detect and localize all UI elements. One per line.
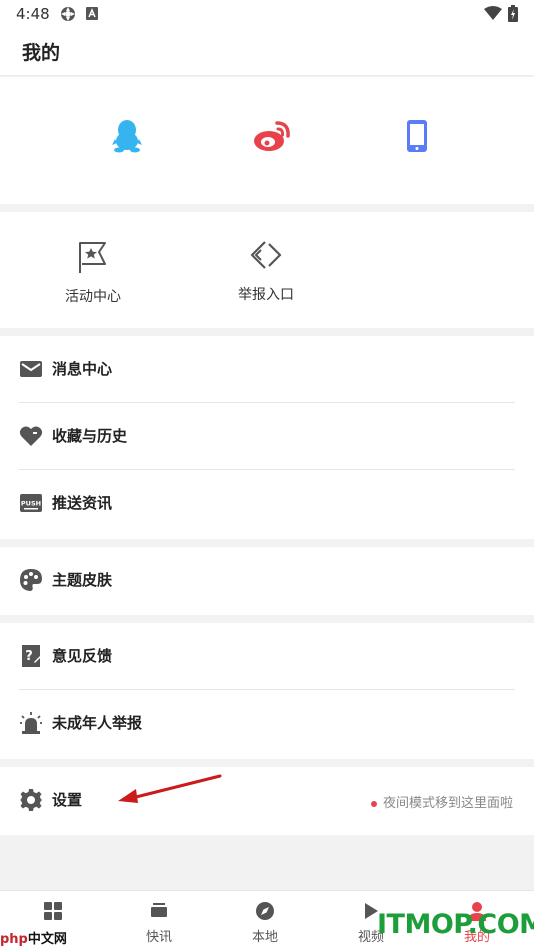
feedback-icon: ?	[22, 645, 42, 667]
watermark-php-text: php	[0, 932, 28, 947]
alarm-light-icon	[20, 712, 42, 734]
tab-flash-news-label: 快讯	[145, 930, 172, 945]
tab-flash-news[interactable]: 快讯	[106, 891, 212, 950]
heart-icon	[19, 426, 43, 446]
wifi-icon	[484, 6, 502, 20]
news-icon	[151, 903, 167, 917]
annotation-arrow	[118, 774, 222, 803]
menu-label-theme-skin: 主题皮肤	[52, 571, 113, 589]
menu-group-4: 设置 夜间模式移到这里面啦	[0, 767, 534, 835]
login-options	[0, 77, 534, 204]
sync-icon	[61, 7, 75, 21]
battery-icon	[508, 5, 518, 22]
menu-item-push-news[interactable]: PUSH 推送资讯	[0, 470, 534, 537]
page-header: 我的	[0, 28, 534, 76]
menu-item-feedback[interactable]: ? 意见反馈	[0, 623, 534, 690]
status-bar: 4:48	[0, 0, 534, 28]
activity-center-label: 活动中心	[65, 289, 121, 305]
watermark-cn-text: 中文网	[27, 932, 67, 947]
push-icon: PUSH	[20, 494, 42, 512]
palette-icon	[20, 569, 42, 591]
svg-text:?: ?	[25, 649, 33, 664]
menu-label-feedback: 意见反馈	[52, 647, 113, 665]
weibo-icon[interactable]	[253, 119, 291, 153]
menu-label-push-news: 推送资讯	[52, 494, 113, 512]
night-mode-note-text: 夜间模式移到这里面啦	[382, 796, 513, 811]
report-entry[interactable]: 举报入口	[201, 240, 331, 304]
menu-item-minor-report[interactable]: 未成年人举报	[0, 690, 534, 757]
menu-group-3: ? 意见反馈 未成年人举报	[0, 623, 534, 759]
compass-icon	[256, 902, 274, 920]
menu-item-settings[interactable]: 设置 夜间模式移到这里面啦	[0, 767, 534, 834]
watermark-php-cn: php中文网	[0, 928, 67, 947]
menu-label-minor-report: 未成年人举报	[52, 714, 143, 732]
activity-section: 活动中心 举报入口	[0, 212, 534, 328]
menu-group-1: 消息中心 收藏与历史 PUSH 推送资讯	[0, 336, 534, 539]
menu-item-message-center[interactable]: 消息中心	[0, 336, 534, 403]
gear-icon	[20, 789, 42, 811]
menu-group-2: 主题皮肤	[0, 547, 534, 615]
tab-local[interactable]: 本地	[212, 891, 318, 950]
menu-label-settings: 设置	[52, 791, 83, 809]
night-mode-note: 夜间模式移到这里面啦	[370, 792, 513, 811]
red-dot-indicator	[370, 800, 377, 807]
status-time: 4:48	[16, 5, 50, 23]
grid-icon	[44, 902, 62, 920]
app-notification-icon	[86, 7, 98, 20]
menu-label-message-center: 消息中心	[52, 360, 113, 378]
tab-local-label: 本地	[251, 930, 278, 945]
menu-item-favorites-history[interactable]: 收藏与历史	[0, 403, 534, 470]
report-entry-label: 举报入口	[238, 287, 294, 303]
phone-icon[interactable]	[406, 119, 428, 153]
menu-label-favorites-history: 收藏与历史	[52, 427, 128, 445]
report-icon	[250, 241, 282, 269]
menu-item-theme-skin[interactable]: 主题皮肤	[0, 547, 534, 614]
svg-text:PUSH: PUSH	[21, 500, 41, 508]
page-title: 我的	[22, 42, 61, 64]
watermark-itmop: ITMOP.COM	[377, 909, 534, 940]
activity-center-entry[interactable]: 活动中心	[28, 240, 158, 306]
mail-icon	[20, 361, 42, 377]
qq-icon[interactable]	[111, 119, 143, 153]
flag-star-icon	[79, 242, 106, 273]
